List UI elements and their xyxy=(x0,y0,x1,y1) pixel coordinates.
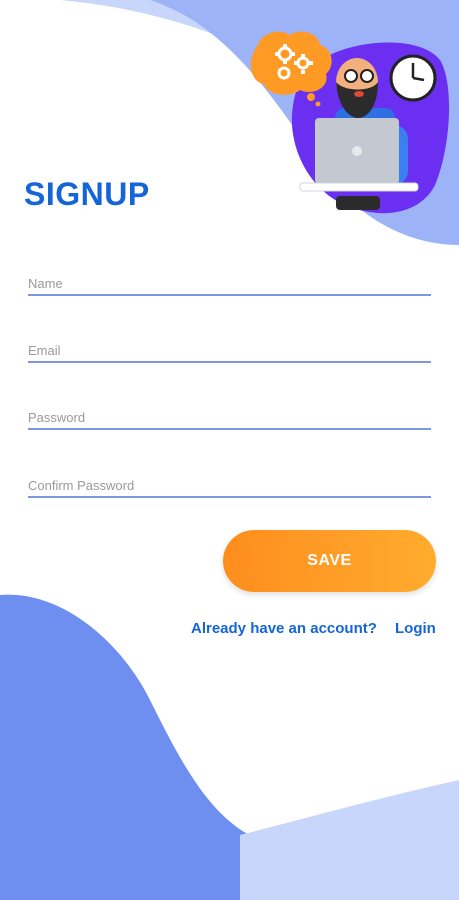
save-button[interactable]: SAVE xyxy=(223,530,436,592)
email-input[interactable] xyxy=(28,343,431,358)
password-field[interactable] xyxy=(28,398,431,430)
confirm-password-field[interactable] xyxy=(28,466,431,498)
clock-icon xyxy=(389,54,437,102)
confirm-password-input[interactable] xyxy=(28,478,431,493)
password-input[interactable] xyxy=(28,410,431,425)
login-link[interactable]: Login xyxy=(395,620,436,637)
developer-illustration xyxy=(250,31,450,214)
bottom-wave-light xyxy=(240,780,459,900)
signup-screen: SIGNUP SAVE Already have an account? Log… xyxy=(0,0,459,900)
name-input[interactable] xyxy=(28,276,431,291)
page-title: SIGNUP xyxy=(24,176,150,212)
already-have-account-text: Already have an account? xyxy=(191,620,377,637)
email-field[interactable] xyxy=(28,331,431,363)
name-field[interactable] xyxy=(28,264,431,296)
